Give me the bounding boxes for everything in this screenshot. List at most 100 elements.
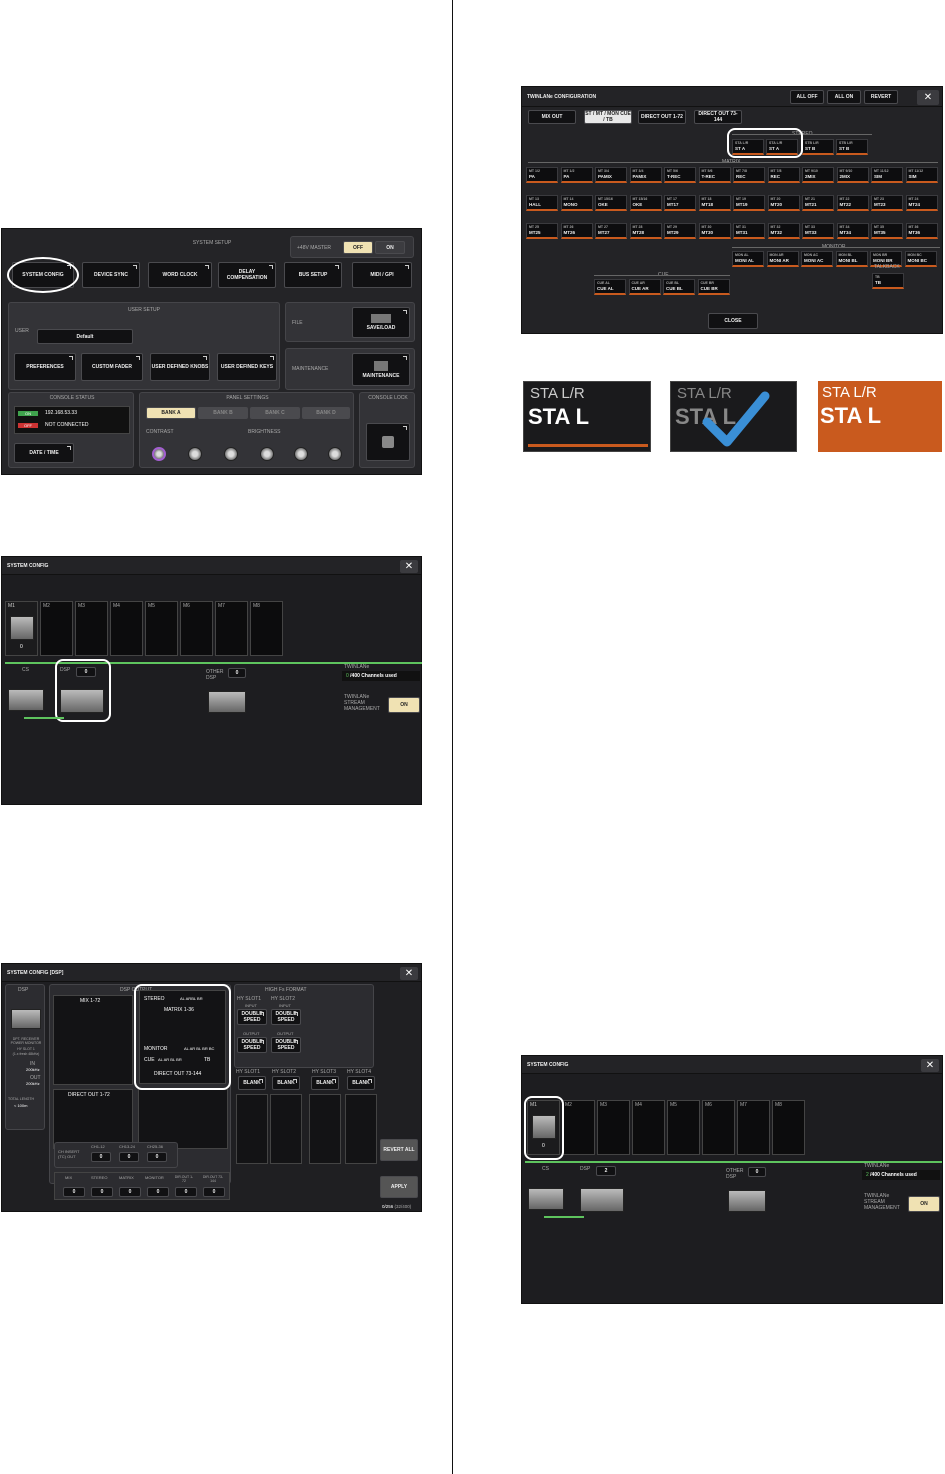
slot-m3[interactable]: M3 <box>75 601 108 656</box>
mrow3-chip[interactable]: MT 35 MT35 <box>871 223 903 239</box>
cuerow-chip[interactable]: CUE AR CUE AR <box>628 279 661 295</box>
blank-slot4[interactable]: BLANK <box>347 1076 375 1090</box>
mrow1-chip[interactable]: MT 11/12 SIM <box>871 167 903 183</box>
monrow-chip[interactable]: MON AL MONI AL <box>732 251 764 267</box>
mrow1-chip[interactable]: MT 1/2 PA <box>560 167 593 183</box>
all-off-button[interactable]: ALL OFF <box>790 90 824 104</box>
mrow3-chip[interactable]: MT 36 MT36 <box>905 223 938 239</box>
slot2-m3[interactable]: M3 <box>597 1100 630 1155</box>
cuerow-chip[interactable]: CUE AL CUE AL <box>594 279 626 295</box>
brightness-knob-1[interactable] <box>188 447 202 461</box>
device-sync-button[interactable]: DEVICE SYNC <box>82 262 140 288</box>
slot-m4[interactable]: M4 <box>110 601 143 656</box>
mrow3-chip[interactable]: MT 30 MT30 <box>698 223 731 239</box>
slot-m7[interactable]: M7 <box>215 601 248 656</box>
mrow1-chip[interactable]: MT 7/8 REC <box>733 167 765 183</box>
mrow1-chip[interactable]: MT 3/4 PAMIX <box>629 167 662 183</box>
stereo-chip-4[interactable]: STB L/R ST B <box>836 139 868 155</box>
tab-st-mt-mon[interactable]: ST / MT / MON CUE / TB <box>584 110 632 124</box>
brightness-knob-3[interactable] <box>260 447 274 461</box>
bus-setup-button[interactable]: BUS SETUP <box>284 262 342 288</box>
blank-slot1[interactable]: BLANK <box>238 1076 266 1090</box>
cs-device-icon-2[interactable] <box>528 1188 564 1210</box>
mrow2-chip[interactable]: MT 21 MT21 <box>802 195 834 211</box>
blank-slot3[interactable]: BLANK <box>311 1076 339 1090</box>
mrow1-chip[interactable]: MT 7/8 REC <box>767 167 800 183</box>
slot-m2[interactable]: M2 <box>40 601 73 656</box>
monrow-chip[interactable]: MON BC MONI BC <box>904 251 937 267</box>
mrow2-chip[interactable]: MT 15/16 OKE <box>595 195 627 211</box>
mrow1-chip[interactable]: MT 5/6 T-REC <box>664 167 696 183</box>
revert-all-button[interactable]: REVERT ALL <box>380 1139 418 1161</box>
slot2-m4[interactable]: M4 <box>632 1100 665 1155</box>
mrow3-chip[interactable]: MT 34 MT34 <box>836 223 869 239</box>
mrow3-chip[interactable]: MT 33 MT33 <box>802 223 834 239</box>
monrow-chip[interactable]: MON AC MONI AC <box>801 251 833 267</box>
save-load-button[interactable]: SAVE/LOAD <box>352 307 410 338</box>
mrow2-chip[interactable]: MT 17 MT17 <box>664 195 696 211</box>
close-button[interactable]: CLOSE <box>708 313 758 329</box>
mrow2-chip[interactable]: MT 18 MT18 <box>698 195 731 211</box>
other-dsp-icon[interactable] <box>208 691 246 713</box>
user-defined-knobs-button[interactable]: USER DEFINED KNOBS <box>150 353 210 381</box>
double-speed-in-2[interactable]: DOUBLE SPEED <box>271 1009 301 1025</box>
slot-m6[interactable]: M6 <box>180 601 213 656</box>
close-icon[interactable]: ✕ <box>400 560 418 573</box>
all-on-button[interactable]: ALL ON <box>827 90 861 104</box>
mrow2-chip[interactable]: MT 13 HALL <box>526 195 558 211</box>
cuerow-chip[interactable]: CUE BL CUE BL <box>663 279 695 295</box>
date-time-button[interactable]: DATE / TIME <box>14 443 74 463</box>
stream-on-button[interactable]: ON <box>388 697 420 713</box>
cuerow-chip[interactable]: CUE BR CUE BR <box>697 279 730 295</box>
double-speed-in-1[interactable]: DOUBLE SPEED <box>237 1009 267 1025</box>
mrow2-chip[interactable]: MT 19 MT19 <box>733 195 765 211</box>
mrow1-chip[interactable]: MT 3/4 PAMIX <box>595 167 627 183</box>
brightness-knob-4[interactable] <box>294 447 308 461</box>
talkback-chip[interactable]: TB TB <box>872 273 904 289</box>
master-off-button[interactable]: OFF <box>343 241 373 254</box>
mrow1-chip[interactable]: MT 1/2 PA <box>526 167 558 183</box>
mrow3-chip[interactable]: MT 32 MT32 <box>767 223 800 239</box>
close-icon[interactable]: ✕ <box>400 967 418 980</box>
mrow3-chip[interactable]: MT 27 MT27 <box>595 223 627 239</box>
brightness-knob-2[interactable] <box>224 447 238 461</box>
slot-m1[interactable]: M1 0 <box>5 601 38 656</box>
other-dsp-icon-2[interactable] <box>728 1190 766 1212</box>
bank-b-button[interactable]: BANK B <box>198 407 248 419</box>
user-defined-keys-button[interactable]: USER DEFINED KEYS <box>217 353 277 381</box>
slot2-m5[interactable]: M5 <box>667 1100 700 1155</box>
mrow3-chip[interactable]: MT 28 MT28 <box>629 223 662 239</box>
bank-c-button[interactable]: BANK C <box>250 407 300 419</box>
mrow3-chip[interactable]: MT 26 MT26 <box>560 223 593 239</box>
revert-button[interactable]: REVERT <box>864 90 898 104</box>
master-on-button[interactable]: ON <box>375 241 405 254</box>
mrow1-chip[interactable]: MT 11/12 SIM <box>905 167 938 183</box>
user-select[interactable]: Default <box>37 329 133 344</box>
bank-d-button[interactable]: BANK D <box>302 407 350 419</box>
mrow1-chip[interactable]: MT 9/10 2MIX <box>802 167 834 183</box>
mrow2-chip[interactable]: MT 20 MT20 <box>767 195 800 211</box>
stream-on-button-2[interactable]: ON <box>908 1196 940 1212</box>
brightness-knob-5[interactable] <box>328 447 342 461</box>
monrow-chip[interactable]: MON BL MONI BL <box>835 251 868 267</box>
tab-direct-out-1[interactable]: DIRECT OUT 1-72 <box>638 110 686 124</box>
mrow3-chip[interactable]: MT 25 MT25 <box>526 223 558 239</box>
console-lock-button[interactable] <box>366 423 410 461</box>
double-speed-out-1[interactable]: DOUBLE SPEED <box>237 1037 267 1053</box>
mrow2-chip[interactable]: MT 22 MT22 <box>836 195 869 211</box>
mrow3-chip[interactable]: MT 31 MT31 <box>733 223 765 239</box>
close-icon[interactable]: ✕ <box>917 90 939 105</box>
bank-a-button[interactable]: BANK A <box>146 407 196 419</box>
mrow2-chip[interactable]: MT 15/16 OKE <box>629 195 662 211</box>
mrow1-chip[interactable]: MT 9/10 2MIX <box>836 167 869 183</box>
slot2-m7[interactable]: M7 <box>737 1100 770 1155</box>
mrow1-chip[interactable]: MT 5/6 T-REC <box>698 167 731 183</box>
stereo-chip-3[interactable]: STB L/R ST B <box>802 139 834 155</box>
dsp-device-icon-2[interactable] <box>580 1188 624 1212</box>
contrast-knob[interactable] <box>152 447 166 461</box>
mrow2-chip[interactable]: MT 24 MT24 <box>905 195 938 211</box>
blank-slot2[interactable]: BLANK <box>272 1076 300 1090</box>
slot2-m6[interactable]: M6 <box>702 1100 735 1155</box>
cs-device-icon[interactable] <box>8 689 44 711</box>
mrow2-chip[interactable]: MT 23 MT23 <box>871 195 903 211</box>
